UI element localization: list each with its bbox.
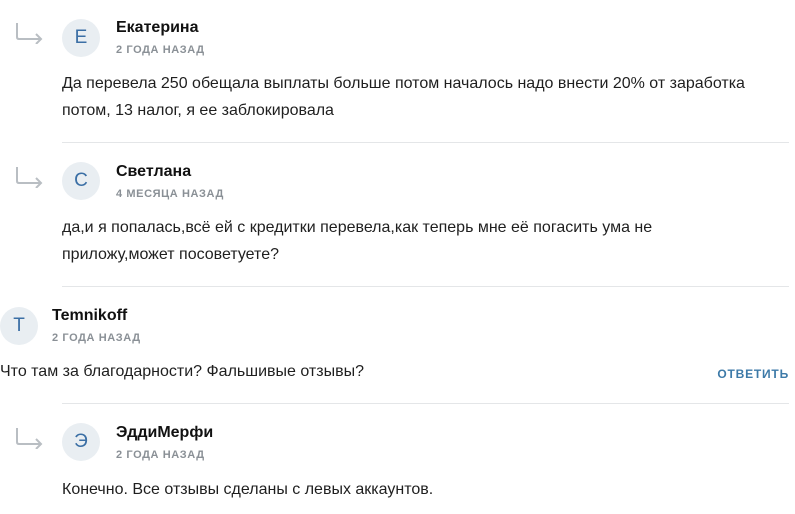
comment: T Temnikoff 2 ГОДА НАЗАД Что там за благ…: [0, 288, 795, 404]
comment-text: да,и я попалась,всё ей с кредитки переве…: [62, 219, 653, 263]
comment-date: 2 ГОДА НАЗАД: [116, 44, 205, 56]
avatar[interactable]: T: [0, 307, 38, 345]
reply-button[interactable]: ОТВЕТИТЬ: [717, 367, 789, 381]
divider: [62, 286, 789, 287]
avatar[interactable]: Е: [62, 19, 100, 57]
avatar[interactable]: Э: [62, 423, 100, 461]
comment-author[interactable]: ЭддиМерфи: [116, 424, 213, 442]
comment-reply: С Светлана 4 МЕСЯЦА НАЗАД да,и я попалас…: [0, 144, 795, 287]
comment-text: Конечно. Все отзывы сделаны с левых акка…: [62, 481, 434, 498]
reply-arrow-icon: [16, 23, 43, 44]
comment-text: Что там за благодарности? Фальшивые отзы…: [0, 363, 364, 380]
reply-arrow-icon: [16, 428, 43, 449]
avatar[interactable]: С: [62, 162, 100, 200]
comment-text: Да перевела 250 обещала выплаты больше п…: [62, 75, 745, 119]
comment-author[interactable]: Екатерина: [116, 19, 198, 37]
divider: [62, 142, 789, 143]
comment-author[interactable]: Temnikoff: [52, 307, 127, 325]
comment-author[interactable]: Светлана: [116, 163, 191, 181]
divider: [62, 403, 789, 404]
reply-arrow-icon: [16, 167, 43, 188]
comment-date: 2 ГОДА НАЗАД: [116, 449, 205, 461]
comment-reply: Э ЭддиМерфи 2 ГОДА НАЗАД Конечно. Все от…: [0, 405, 795, 514]
comments-thread: Е Екатерина 2 ГОДА НАЗАД Да перевела 250…: [0, 0, 795, 514]
comment-date: 4 МЕСЯЦА НАЗАД: [116, 188, 224, 200]
comment-date: 2 ГОДА НАЗАД: [52, 332, 141, 344]
comment-reply: Е Екатерина 2 ГОДА НАЗАД Да перевела 250…: [0, 0, 795, 143]
